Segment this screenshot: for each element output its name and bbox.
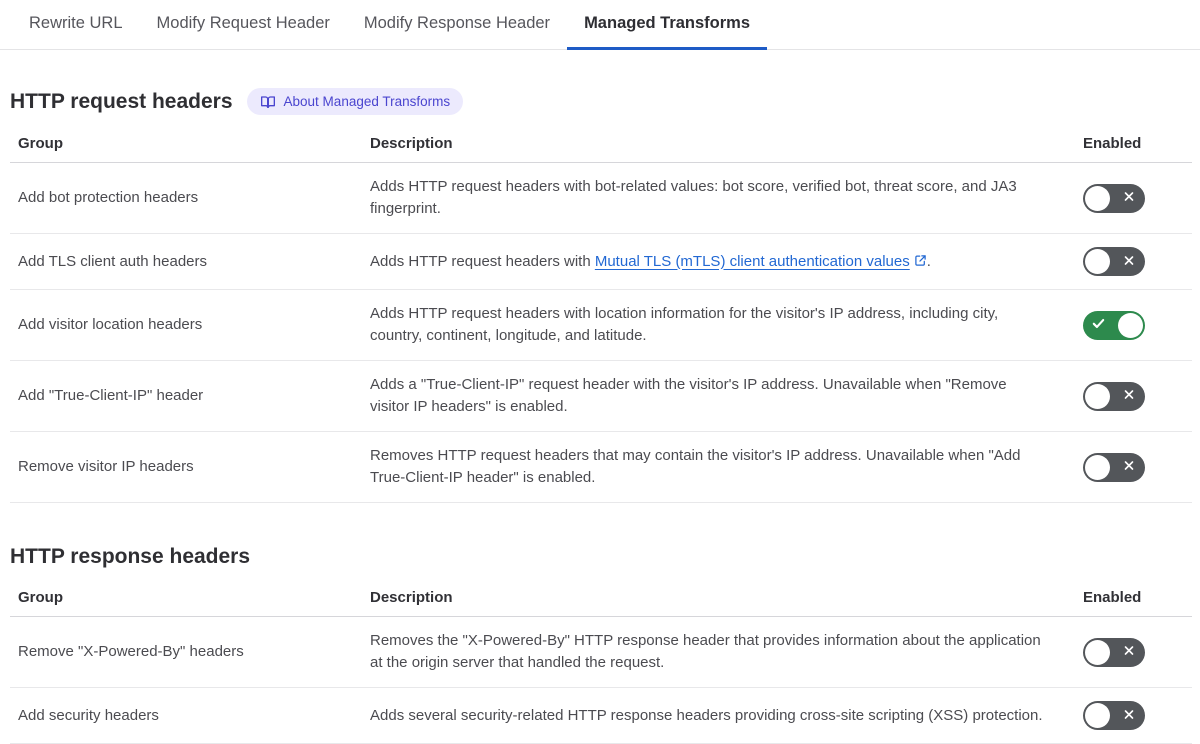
table-row: Add bot protection headers Adds HTTP req… (10, 163, 1192, 234)
tab-managed-transforms[interactable]: Managed Transforms (567, 0, 768, 50)
column-header-description: Description (370, 135, 453, 152)
x-icon (1122, 644, 1136, 661)
bot-protection-toggle[interactable] (1083, 183, 1145, 213)
remove-x-powered-by-toggle[interactable] (1083, 637, 1145, 667)
badge-label: About Managed Transforms (283, 94, 451, 109)
toggle-knob (1118, 312, 1143, 338)
group-cell: Add security headers (18, 706, 159, 724)
toggle-knob (1085, 454, 1110, 480)
description-cell: Adds HTTP request headers with Mutual TL… (370, 251, 1074, 273)
tab-modify-request-header[interactable]: Modify Request Header (140, 0, 347, 50)
group-cell: Add visitor location headers (18, 316, 203, 333)
table-row: Remove "X-Powered-By" headers Removes th… (10, 617, 1192, 688)
table-row: Add TLS client auth headers Adds HTTP re… (10, 234, 1192, 290)
security-headers-toggle[interactable] (1083, 701, 1145, 730)
group-cell: Add bot protection headers (18, 189, 199, 206)
group-cell: Add TLS client auth headers (18, 252, 208, 270)
true-client-ip-toggle[interactable] (1083, 381, 1145, 411)
managed-transforms-panel: HTTP request headers About Managed Trans… (0, 88, 1200, 744)
toggle-knob (1085, 383, 1110, 409)
description-cell: Adds several security-related HTTP respo… (370, 706, 1043, 724)
x-icon (1122, 707, 1136, 724)
request-headers-table: Group Description Enabled Add bot protec… (10, 129, 1192, 503)
description-cell: Adds a "True-Client-IP" request header w… (370, 376, 1007, 415)
about-managed-transforms-badge[interactable]: About Managed Transforms (246, 88, 464, 115)
group-cell: Remove visitor IP headers (18, 458, 194, 475)
table-row: Remove visitor IP headers Removes HTTP r… (10, 432, 1192, 503)
table-row: Add "True-Client-IP" header Adds a "True… (10, 361, 1192, 432)
response-section-title: HTTP response headers (10, 545, 251, 568)
open-book-icon (260, 94, 276, 110)
remove-visitor-ip-toggle[interactable] (1083, 452, 1145, 482)
check-icon (1091, 316, 1106, 334)
request-section-header: HTTP request headers About Managed Trans… (10, 88, 1192, 115)
table-row: Add visitor location headers Adds HTTP r… (10, 290, 1192, 361)
column-header-group: Group (18, 135, 63, 152)
tab-modify-response-header[interactable]: Modify Response Header (347, 0, 567, 50)
group-cell: Add "True-Client-IP" header (18, 387, 204, 404)
mtls-docs-link[interactable]: Mutual TLS (mTLS) client authentication … (595, 253, 927, 270)
table-header-row: Group Description Enabled (10, 129, 1192, 163)
x-icon (1122, 253, 1136, 270)
group-cell: Remove "X-Powered-By" headers (18, 643, 244, 660)
description-cell: Adds HTTP request headers with location … (370, 305, 999, 344)
x-icon (1122, 190, 1136, 207)
description-cell: Removes the "X-Powered-By" HTTP response… (370, 632, 1041, 671)
toggle-knob (1085, 249, 1110, 274)
description-text: . (926, 252, 931, 270)
x-icon (1122, 459, 1136, 476)
column-header-description: Description (370, 589, 453, 606)
toggle-knob (1085, 703, 1110, 728)
request-section-title: HTTP request headers (10, 89, 233, 113)
response-section-header: HTTP response headers (10, 545, 1192, 569)
description-cell: Adds HTTP request headers with bot-relat… (370, 178, 1017, 217)
toggle-knob (1085, 639, 1110, 665)
tab-rewrite-url[interactable]: Rewrite URL (12, 0, 140, 50)
column-header-group: Group (18, 589, 63, 606)
tls-client-auth-toggle[interactable] (1083, 247, 1145, 276)
toggle-knob (1085, 185, 1110, 211)
external-link-icon (910, 253, 927, 270)
table-row: Add security headers Adds several securi… (10, 688, 1192, 744)
description-cell: Removes HTTP request headers that may co… (370, 447, 1021, 486)
tab-bar: Rewrite URL Modify Request Header Modify… (0, 0, 1200, 50)
column-header-enabled: Enabled (1083, 135, 1142, 152)
table-header-row: Group Description Enabled (10, 583, 1192, 617)
response-headers-table: Group Description Enabled Remove "X-Powe… (10, 583, 1192, 744)
link-text: Mutual TLS (mTLS) client authentication … (594, 252, 910, 270)
description-text: Adds HTTP request headers with (370, 252, 595, 270)
x-icon (1122, 388, 1136, 405)
column-header-enabled: Enabled (1083, 589, 1142, 606)
visitor-location-toggle[interactable] (1083, 310, 1145, 340)
